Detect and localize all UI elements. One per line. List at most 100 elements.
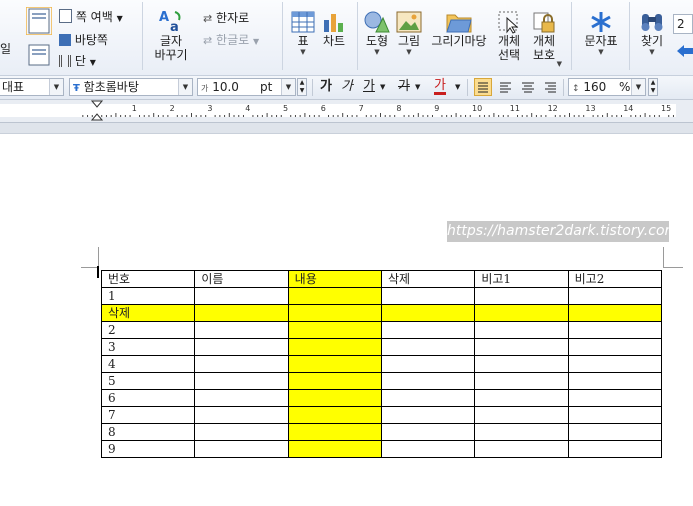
table-cell[interactable] [474,355,569,373]
table-cell[interactable] [474,321,569,339]
font-size-spinner[interactable]: ▲ ▼ [297,78,307,96]
table-cell[interactable] [194,355,289,373]
chevron-down-icon[interactable]: ▼ [631,79,645,95]
shape-button[interactable]: 도형 ▼ [362,10,392,57]
chevron-down-icon[interactable]: ▼ [178,79,192,95]
table-cell[interactable] [287,304,382,322]
strikethrough-button[interactable]: 가 [398,79,410,95]
document-table[interactable]: 번호 이름 내용 삭제 비고1 비고2 1 삭제 2 3 4 5 6 7 8 9 [100,270,663,458]
table-cell[interactable] [474,440,569,458]
table-cell[interactable] [194,372,289,390]
table-cell[interactable]: 9 [100,440,196,458]
chart-button[interactable]: 차트 [318,10,350,48]
italic-button[interactable]: 가 [341,79,353,95]
table-cell[interactable]: 1 [100,287,196,305]
table-cell[interactable] [287,423,382,441]
page-layout-button[interactable] [24,7,54,35]
partial-input-field[interactable]: 2 [673,14,693,34]
table-cell[interactable] [194,389,289,407]
table-cell[interactable] [287,406,382,424]
table-cell[interactable] [380,372,476,390]
table-cell[interactable] [194,304,289,322]
table-cell[interactable] [567,372,663,390]
table-cell[interactable] [194,406,289,424]
table-cell[interactable] [380,440,476,458]
style-combo[interactable]: 대표 ▼ [0,78,64,96]
font-size-combo[interactable]: 가 10.0 pt ▼ [197,78,296,96]
find-button[interactable]: 찾기 ▼ [636,10,668,57]
table-cell[interactable] [287,355,382,373]
table-cell[interactable]: 3 [100,338,196,356]
table-button[interactable]: 표 ▼ [288,10,318,57]
table-cell[interactable]: 4 [100,355,196,373]
table-cell[interactable] [287,389,382,407]
table-cell[interactable] [194,321,289,339]
object-select-button[interactable]: 개체 선택 [492,10,526,62]
drawing-gallery-button[interactable]: 그리기마당 [428,10,490,48]
align-center-icon[interactable] [520,80,536,96]
table-cell[interactable] [380,406,476,424]
master-page-button[interactable]: 바탕쪽 [59,31,108,48]
chevron-down-icon[interactable]: ▼ [415,79,420,95]
page-setup-label-partial[interactable]: 일 [0,40,11,57]
table-cell[interactable]: 이름 [194,270,289,288]
table-cell[interactable] [474,406,569,424]
table-cell[interactable] [194,287,289,305]
table-cell[interactable]: 번호 [100,270,196,288]
page-margin-button[interactable]: 쪽 여백 ▼ [59,8,123,25]
align-justify-button[interactable] [474,78,492,96]
table-cell[interactable] [380,321,476,339]
align-left-icon[interactable] [498,80,514,96]
bold-button[interactable]: 가 [320,79,332,95]
table-cell[interactable]: 5 [100,372,196,390]
table-cell[interactable]: 내용 [287,270,382,288]
underline-button[interactable]: 가 [363,79,375,95]
table-cell[interactable] [380,304,476,322]
table-cell[interactable] [380,355,476,373]
table-cell[interactable] [194,423,289,441]
line-spacing-combo[interactable]: ↕ 160 % ▼ [568,78,646,96]
table-cell[interactable] [194,440,289,458]
table-cell[interactable]: 삭제 [100,304,196,322]
table-cell[interactable]: 비고1 [474,270,569,288]
table-cell[interactable] [474,338,569,356]
object-protect-button[interactable]: 개체 보호 ▼ [526,10,562,68]
line-spacing-spinner[interactable]: ▲ ▼ [648,78,658,96]
font-color-button[interactable]: 가 [434,79,446,95]
table-cell[interactable] [474,389,569,407]
table-cell[interactable] [474,304,569,322]
table-cell[interactable] [567,338,663,356]
chevron-down-icon[interactable]: ▼ [49,79,63,95]
table-cell[interactable] [380,389,476,407]
table-cell[interactable]: 8 [100,423,196,441]
table-cell[interactable] [474,372,569,390]
table-cell[interactable] [567,423,663,441]
table-cell[interactable] [567,355,663,373]
chevron-down-icon[interactable]: ▼ [455,79,460,95]
table-cell[interactable] [380,338,476,356]
page-orientation-button[interactable] [24,44,54,66]
table-cell[interactable] [567,304,663,322]
table-cell[interactable]: 비고2 [567,270,663,288]
table-cell[interactable]: 7 [100,406,196,424]
table-cell[interactable] [287,372,382,390]
table-cell[interactable] [567,287,663,305]
table-cell[interactable] [287,338,382,356]
table-cell[interactable] [474,423,569,441]
table-cell[interactable] [380,423,476,441]
table-cell[interactable] [567,321,663,339]
table-cell[interactable] [567,440,663,458]
table-cell[interactable] [287,287,382,305]
table-cell[interactable]: 삭제 [380,270,476,288]
change-case-button[interactable]: A a 글자 바꾸기 [150,8,192,62]
table-cell[interactable] [567,406,663,424]
align-right-icon[interactable] [542,80,558,96]
table-cell[interactable] [567,389,663,407]
columns-button[interactable]: 단 ▼ [59,52,96,69]
font-combo[interactable]: Ŧ 함초롬바탕 ▼ [69,78,193,96]
picture-button[interactable]: 그림 ▼ [394,10,424,57]
hangul-convert-button[interactable]: ⇄ 한글로 ▼ [203,31,259,48]
table-cell[interactable] [194,338,289,356]
chevron-down-icon[interactable]: ▼ [380,79,385,95]
arrow-left-icon[interactable] [676,44,693,58]
